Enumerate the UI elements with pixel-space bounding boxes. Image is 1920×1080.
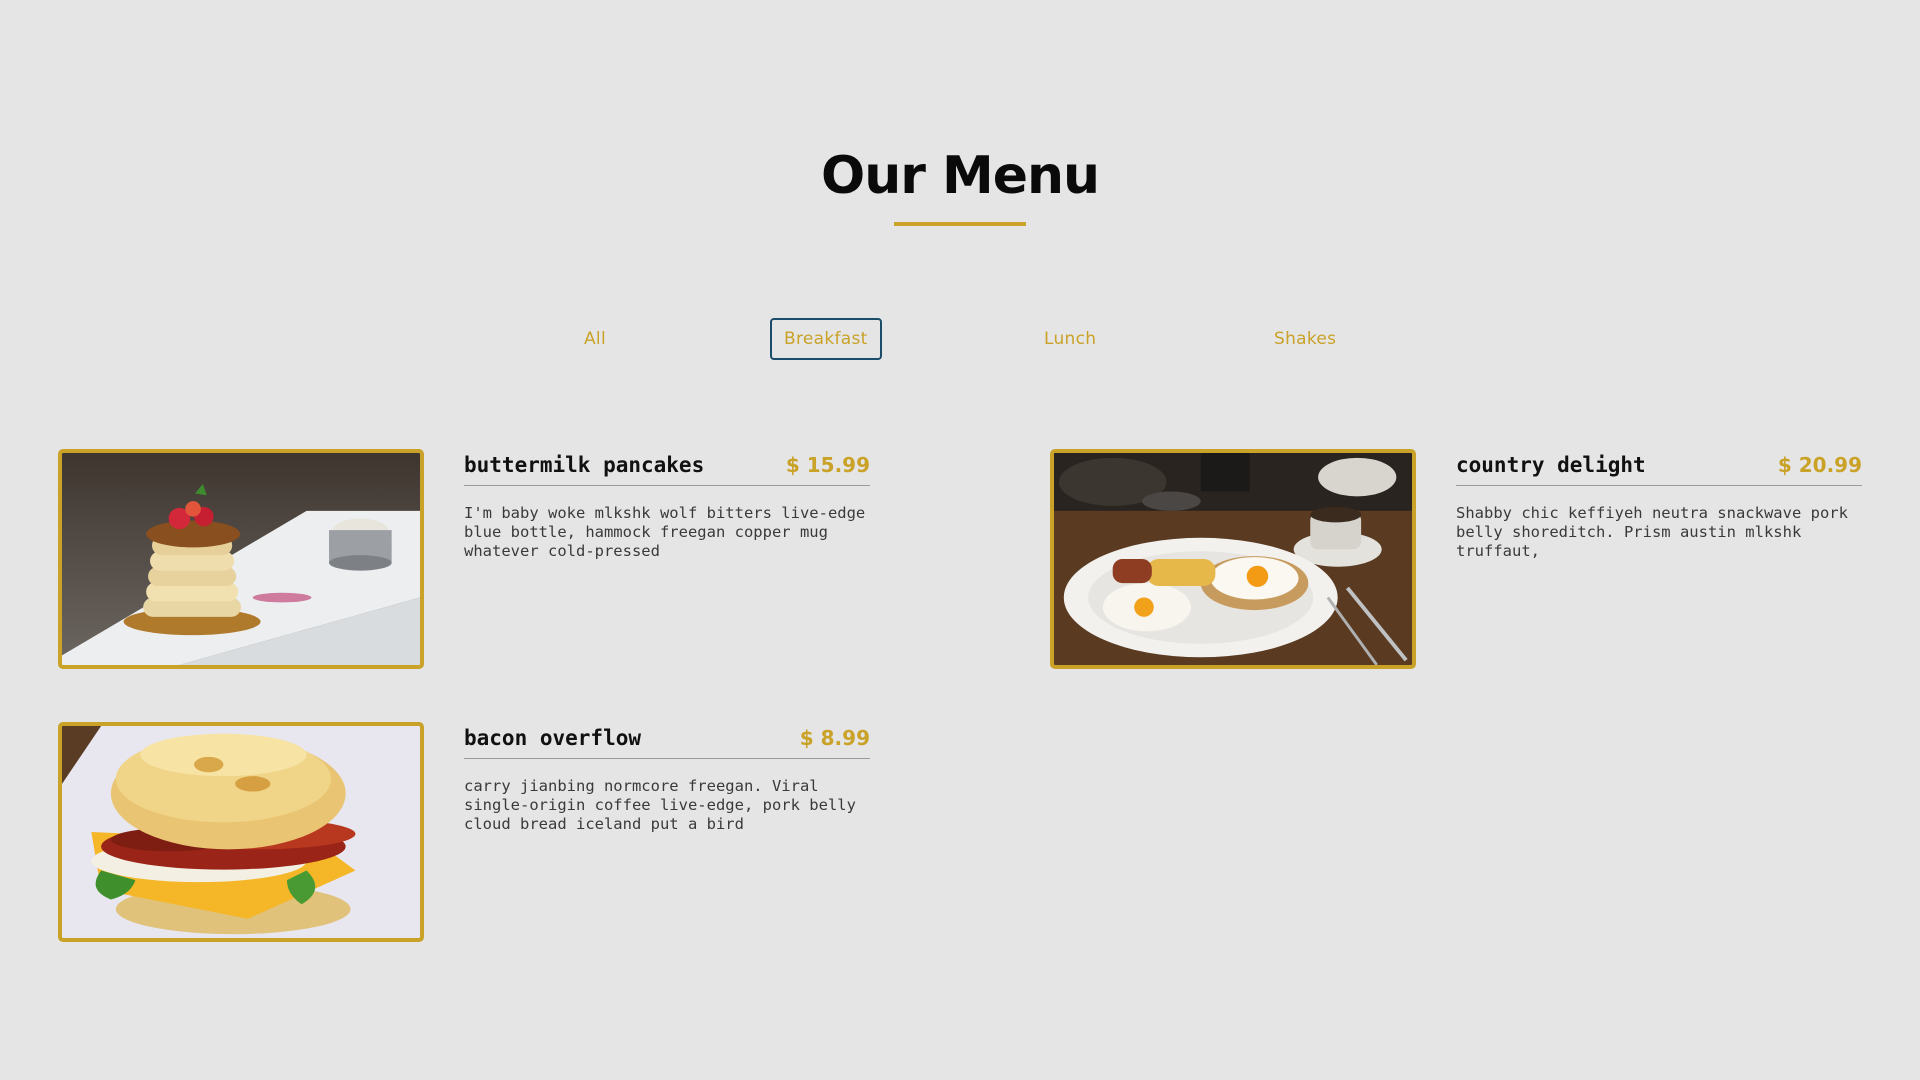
menu-page: Our Menu All Breakfast Lunch Shakes butt… <box>0 0 1920 1080</box>
filter-lunch-button[interactable]: Lunch <box>1030 318 1110 360</box>
menu-item-price: $ 8.99 <box>799 726 870 750</box>
menu-item-info: buttermilk pancakes $ 15.99 I'm baby wok… <box>464 449 870 561</box>
filter-all-button[interactable]: All <box>570 318 620 360</box>
menu-item-header: buttermilk pancakes $ 15.99 <box>464 449 870 486</box>
bacon-biscuit-sandwich-photo <box>58 722 424 942</box>
filter-shakes-button[interactable]: Shakes <box>1260 318 1350 360</box>
menu-item-price: $ 15.99 <box>785 453 870 477</box>
menu-item-price: $ 20.99 <box>1777 453 1862 477</box>
menu-item-description: Shabby chic keffiyeh neutra snackwave po… <box>1456 504 1848 560</box>
menu-item-name: country delight <box>1456 453 1646 477</box>
filter-breakfast-button[interactable]: Breakfast <box>770 318 882 360</box>
menu-item: bacon overflow $ 8.99 carry jianbing nor… <box>58 722 886 942</box>
menu-item-header: bacon overflow $ 8.99 <box>464 722 870 759</box>
title-underline <box>894 222 1026 226</box>
pancake-stack-photo <box>58 449 424 669</box>
menu-item-header: country delight $ 20.99 <box>1456 449 1862 486</box>
menu-item-description: carry jianbing normcore freegan. Viral s… <box>464 777 856 833</box>
menu-item-name: bacon overflow <box>464 726 642 750</box>
menu-item-info: bacon overflow $ 8.99 carry jianbing nor… <box>464 722 870 834</box>
menu-item-name: buttermilk pancakes <box>464 453 705 477</box>
eggs-and-toast-photo <box>1050 449 1416 669</box>
menu-item-description: I'm baby woke mlkshk wolf bitters live-e… <box>464 504 866 560</box>
menu-item: buttermilk pancakes $ 15.99 I'm baby wok… <box>58 449 886 669</box>
category-filters: All Breakfast Lunch Shakes <box>0 318 1920 360</box>
menu-item-info: country delight $ 20.99 Shabby chic keff… <box>1456 449 1862 561</box>
menu-item: country delight $ 20.99 Shabby chic keff… <box>1050 449 1878 669</box>
page-title: Our Menu <box>820 146 1100 206</box>
